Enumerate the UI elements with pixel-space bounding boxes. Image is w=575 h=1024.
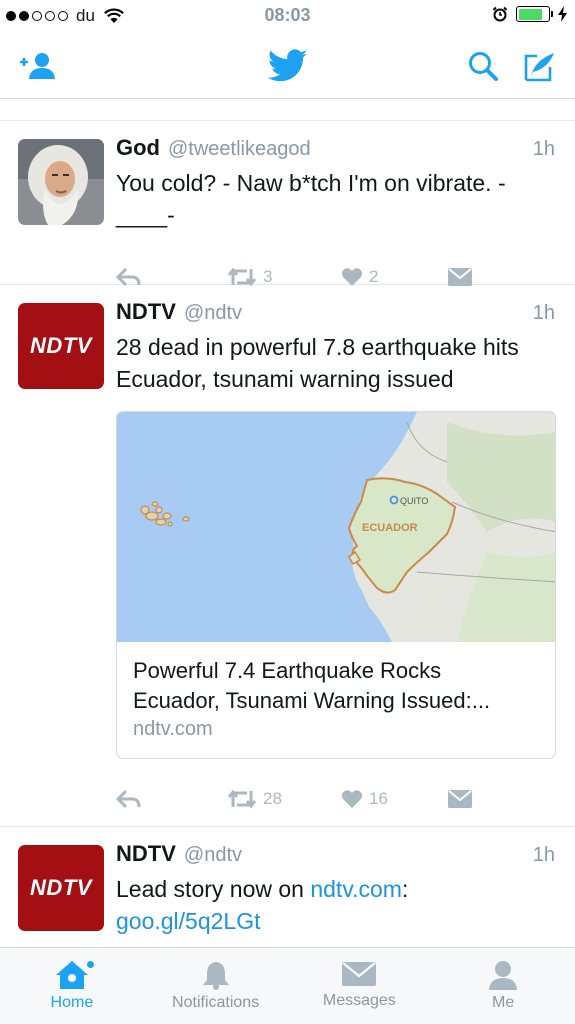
like-button[interactable]: 16: [341, 789, 388, 809]
tweet-content: NDTV @ndtv 1h 28 dead in powerful 7.8 ea…: [116, 299, 555, 395]
bottom-tab-bar: Home Notifications Messages Me: [0, 947, 575, 1024]
timeline-feed[interactable]: God @tweetlikeagod 1h You cold? - Naw b*…: [0, 99, 575, 947]
direct-message-icon[interactable]: [448, 790, 472, 808]
compose-icon[interactable]: [520, 46, 560, 86]
tweet-content: God @tweetlikeagod 1h You cold? - Naw b*…: [116, 135, 555, 231]
twitter-bird-icon[interactable]: [267, 46, 309, 86]
home-icon: [55, 961, 88, 989]
retweet-button[interactable]: 3: [227, 267, 272, 287]
retweet-count: 28: [263, 789, 282, 808]
tab-messages[interactable]: Messages: [288, 948, 432, 1024]
tweet-actions: 28 16: [116, 784, 495, 814]
alarm-clock-icon: [492, 6, 508, 22]
tweet-timestamp: 1h: [532, 138, 555, 160]
retweet-button[interactable]: 28: [227, 789, 282, 809]
ecuador-map: QUITO ECUADOR: [117, 412, 555, 642]
status-time: 08:03: [264, 5, 311, 25]
tweet-content: NDTV @ndtv 1h Lead story now on ndtv.com…: [116, 841, 555, 937]
heart-icon: [341, 268, 363, 286]
tweet-item[interactable]: God @tweetlikeagod 1h You cold? - Naw b*…: [0, 121, 575, 287]
avatar[interactable]: [18, 139, 104, 225]
direct-message-icon[interactable]: [448, 268, 472, 286]
tweet-text-colon: :: [401, 876, 409, 902]
tweet-text-plain: Lead story now on: [116, 876, 311, 902]
ndtv-logo: NDTV: [30, 333, 92, 358]
like-count: 2: [369, 267, 379, 286]
author-handle[interactable]: @ndtv: [184, 302, 533, 325]
reply-icon[interactable]: [116, 789, 142, 809]
card-domain: ndtv.com: [133, 718, 213, 740]
status-bar: du 08:03: [0, 0, 575, 32]
author-name[interactable]: NDTV: [116, 841, 176, 867]
card-title-line-2: Ecuador, Tsunami Warning Issued:...: [133, 688, 491, 713]
status-right: [492, 6, 567, 22]
author-name[interactable]: NDTV: [116, 299, 176, 325]
map-label-quito: QUITO: [400, 496, 428, 506]
reply-icon[interactable]: [116, 267, 142, 287]
profile-icon: [489, 961, 518, 990]
tweet-link-short-url[interactable]: goo.gl/5q2LGt: [116, 908, 261, 934]
tweet-header: God @tweetlikeagod 1h: [116, 135, 555, 165]
charging-bolt-icon: [558, 6, 567, 22]
retweet-count: 3: [263, 267, 273, 286]
author-handle[interactable]: @ndtv: [184, 844, 533, 867]
like-button[interactable]: 2: [341, 267, 378, 287]
top-navbar: [0, 32, 575, 99]
god-avatar-image: [18, 139, 104, 225]
avatar[interactable]: NDTV: [18, 845, 104, 931]
author-handle[interactable]: @tweetlikeagod: [168, 138, 533, 161]
tweet-header: NDTV @ndtv 1h: [116, 841, 555, 871]
card-body: Powerful 7.4 Earthquake Rocks Ecuador, T…: [117, 642, 555, 751]
ndtv-logo: NDTV: [30, 875, 92, 900]
bell-icon: [202, 962, 229, 990]
author-name[interactable]: God: [116, 135, 160, 161]
link-card[interactable]: QUITO ECUADOR Powerful 7.4 Earthquake Ro…: [116, 411, 556, 759]
tab-me[interactable]: Me: [431, 948, 575, 1024]
tweet-item[interactable]: NDTV NDTV @ndtv 1h Lead story now on ndt…: [0, 827, 575, 947]
battery-icon: [516, 6, 553, 22]
tab-label: Home: [50, 994, 94, 1011]
card-title-line-1: Powerful 7.4 Earthquake Rocks: [133, 658, 442, 683]
tweet-link-ndtv[interactable]: ndtv.com: [310, 876, 402, 902]
tweet-text: Lead story now on ndtv.com: goo.gl/5q2LG…: [116, 873, 555, 937]
tweet-timestamp: 1h: [532, 844, 555, 866]
tweet-header: NDTV @ndtv 1h: [116, 299, 555, 329]
envelope-icon: [342, 962, 377, 986]
tweet-timestamp: 1h: [532, 302, 555, 324]
map-label-ecuador: ECUADOR: [362, 522, 418, 534]
avatar[interactable]: NDTV: [18, 303, 104, 389]
new-tweets-indicator: [86, 960, 95, 969]
heart-icon: [341, 790, 363, 808]
tab-label: Notifications: [172, 994, 260, 1011]
previous-tweet-actions-fragment: [0, 99, 575, 121]
search-icon[interactable]: [463, 46, 503, 86]
add-user-icon[interactable]: [18, 46, 58, 86]
tweet-text: 28 dead in powerful 7.8 earthquake hits …: [116, 334, 519, 392]
tab-notifications[interactable]: Notifications: [144, 948, 288, 1024]
tab-label: Me: [492, 994, 515, 1011]
tab-label: Messages: [322, 992, 396, 1009]
tab-home[interactable]: Home: [0, 948, 144, 1024]
like-count: 16: [369, 789, 388, 808]
card-map-image: QUITO ECUADOR: [117, 412, 555, 642]
retweet-icon: [227, 789, 257, 809]
retweet-icon: [227, 267, 257, 287]
tweet-text: You cold? - Naw b*tch I'm on vibrate. -_…: [116, 170, 506, 228]
tweet-item[interactable]: NDTV NDTV @ndtv 1h 28 dead in powerful 7…: [0, 285, 575, 827]
